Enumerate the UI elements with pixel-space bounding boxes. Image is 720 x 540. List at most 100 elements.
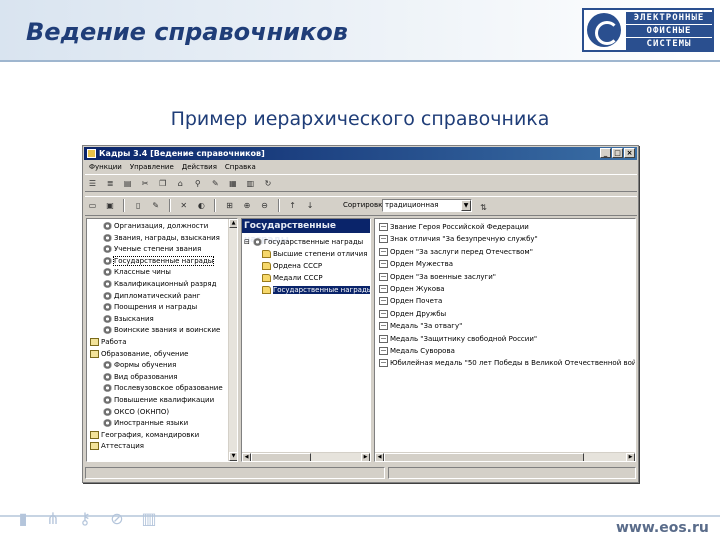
minimize-button[interactable]: _ <box>600 148 611 158</box>
dictionary-item[interactable]: География, командировки <box>90 430 199 441</box>
close-button[interactable]: × <box>624 148 635 158</box>
home-icon[interactable]: ⌂ <box>174 177 187 190</box>
scroll-thumb[interactable] <box>251 453 311 461</box>
window-titlebar[interactable]: Кадры 3.4 [Ведение справочников] _ □ × <box>84 147 637 160</box>
mid-horizontal-scrollbar[interactable]: ◀ ▶ <box>242 452 370 461</box>
element-row[interactable]: Звание Героя Российской Федерации <box>379 222 529 233</box>
status-cell-secondary <box>388 467 636 479</box>
new-document-icon[interactable]: ▯ <box>132 199 145 212</box>
element-row[interactable]: Медаль "За отвагу" <box>379 321 462 332</box>
dictionary-item[interactable]: Ученые степени звания <box>103 244 201 255</box>
dictionary-item[interactable]: Формы обучения <box>103 360 176 371</box>
edit-icon[interactable]: ✎ <box>209 177 222 190</box>
dictionary-item[interactable]: Классные чины <box>103 267 171 278</box>
expand-icon[interactable]: ⊕ <box>240 199 253 212</box>
cut-icon[interactable]: ✂ <box>139 177 152 190</box>
document-icon[interactable]: ▦ <box>226 177 239 190</box>
app-window: Кадры 3.4 [Ведение справочников] _ □ × Фун… <box>82 145 639 483</box>
menu-functions[interactable]: Функции <box>85 161 126 173</box>
hierarchy-node[interactable]: ⊟ Государственные награды <box>244 237 363 248</box>
element-row[interactable]: Орден Дружбы <box>379 309 446 320</box>
company-logo: ЭЛЕКТРОННЫЕ ОФИСНЫЕ СИСТЕМЫ <box>582 8 714 52</box>
delete-icon[interactable]: ✕ <box>177 199 190 212</box>
dictionary-item-label: Формы обучения <box>114 361 177 370</box>
dictionary-item[interactable]: Дипломатический ранг <box>103 291 200 302</box>
dictionary-item[interactable]: Государственные награды <box>103 255 215 267</box>
menu-management[interactable]: Управление <box>126 161 178 173</box>
hierarchy-node[interactable]: Государственные награды <box>262 285 370 296</box>
left-vertical-scrollbar[interactable]: ▲ ▼ <box>228 219 237 461</box>
folder-icon <box>262 262 271 270</box>
collapse-icon[interactable]: ⊖ <box>258 199 271 212</box>
dictionary-item[interactable]: Взыскания <box>103 314 154 325</box>
tree-structure-icon[interactable]: ⊞ <box>223 199 236 212</box>
hierarchy-node[interactable]: Высшие степени отличия <box>262 249 367 260</box>
element-row[interactable]: Орден Мужества <box>379 259 453 270</box>
document-icon <box>379 297 388 306</box>
folder-icon <box>262 286 271 294</box>
gear-icon <box>103 256 112 265</box>
sort-dropdown[interactable]: традиционная ▼ <box>382 199 472 212</box>
scroll-up-icon[interactable]: ▲ <box>229 219 237 228</box>
move-down-icon[interactable]: ↓ <box>304 199 317 212</box>
hierarchy-node[interactable]: Медали СССР <box>262 273 323 284</box>
dictionary-item[interactable]: Квалификационный разряд <box>103 279 216 290</box>
logo-line-2: ОФИСНЫЕ <box>626 25 712 37</box>
properties-icon[interactable]: ▤ <box>121 177 134 190</box>
dictionary-item[interactable]: Повышение квалификации <box>103 395 214 406</box>
open-folder-icon[interactable]: ▭ <box>86 199 99 212</box>
scroll-left-icon[interactable]: ◀ <box>375 453 384 461</box>
scroll-right-icon[interactable]: ▶ <box>626 453 635 461</box>
hierarchy-pane[interactable]: Государственные награды ⊟ Государственные… <box>241 218 371 462</box>
element-row[interactable]: Юбилейная медаль "50 лет Победы в Велико… <box>379 358 635 369</box>
book-icon[interactable]: ▥ <box>244 177 257 190</box>
dictionary-item[interactable]: Работа <box>90 337 126 348</box>
right-horizontal-scrollbar[interactable]: ◀ ▶ <box>375 452 635 461</box>
dictionary-item[interactable]: Образование, обучение <box>90 349 188 360</box>
dictionary-item[interactable]: Вид образования <box>103 372 178 383</box>
move-up-icon[interactable]: ↑ <box>286 199 299 212</box>
element-row[interactable]: Орден Почета <box>379 296 442 307</box>
scroll-left-icon[interactable]: ◀ <box>242 453 251 461</box>
dictionary-item-label: География, командировки <box>101 430 200 439</box>
maximize-button[interactable]: □ <box>612 148 623 158</box>
dictionary-item[interactable]: Иностранные языки <box>103 418 188 429</box>
gear-icon <box>103 268 112 277</box>
tree-view-icon[interactable]: ≣ <box>104 177 117 190</box>
elements-pane[interactable]: Звание Героя Российской Федерации Знак от… <box>374 218 636 462</box>
menu-help[interactable]: Справка <box>221 161 260 173</box>
element-row[interactable]: Орден "За военные заслуги" <box>379 272 496 283</box>
scroll-down-icon[interactable]: ▼ <box>229 452 237 461</box>
dictionary-item[interactable]: Организация, должности <box>103 221 208 232</box>
list-view-icon[interactable]: ☰ <box>86 177 99 190</box>
restore-icon[interactable]: ◐ <box>195 199 208 212</box>
element-row[interactable]: Медаль Суворова <box>379 346 455 357</box>
element-row[interactable]: Орден Жукова <box>379 284 445 295</box>
scroll-thumb[interactable] <box>384 453 584 461</box>
scroll-right-icon[interactable]: ▶ <box>361 453 370 461</box>
dictionary-item[interactable]: ОКСО (ОКНПО) <box>103 407 169 418</box>
dictionary-item[interactable]: Звания, награды, взыскания <box>103 233 220 244</box>
dictionary-tree-pane[interactable]: Организация, должности Звания, награды, в… <box>86 218 238 462</box>
refresh-icon[interactable]: ↻ <box>261 177 274 190</box>
dictionary-item-label: Квалификационный разряд <box>114 280 217 288</box>
logo-text: ЭЛЕКТРОННЫЕ ОФИСНЫЕ СИСТЕМЫ <box>626 12 712 51</box>
chevron-down-icon[interactable]: ▼ <box>461 200 471 211</box>
gear-icon <box>103 326 112 335</box>
copy-icon[interactable]: ❐ <box>156 177 169 190</box>
element-row[interactable]: Орден "За заслуги перед Отечеством" <box>379 247 533 258</box>
dictionary-item[interactable]: Воинские звания и воинские <box>103 325 220 336</box>
menu-actions[interactable]: Действия <box>178 161 221 173</box>
search-icon[interactable]: ⚲ <box>191 177 204 190</box>
sort-order-icon[interactable]: ⇅ <box>477 201 490 214</box>
collapse-node-icon[interactable]: ⊟ <box>244 238 250 246</box>
hierarchy-node[interactable]: Ордена СССР <box>262 261 322 272</box>
dictionary-item[interactable]: Послевузовское образование <box>103 383 223 394</box>
dictionary-item[interactable]: Поощрения и награды <box>103 302 197 313</box>
edit-document-icon[interactable]: ✎ <box>149 199 162 212</box>
new-folder-icon[interactable]: ▣ <box>104 199 117 212</box>
menubar: Функции Управление Действия Справка <box>85 161 637 173</box>
dictionary-item[interactable]: Аттестация <box>90 441 144 452</box>
element-row[interactable]: Медаль "Защитнику свободной России" <box>379 334 537 345</box>
element-row[interactable]: Знак отличия "За безупречную службу" <box>379 234 538 245</box>
